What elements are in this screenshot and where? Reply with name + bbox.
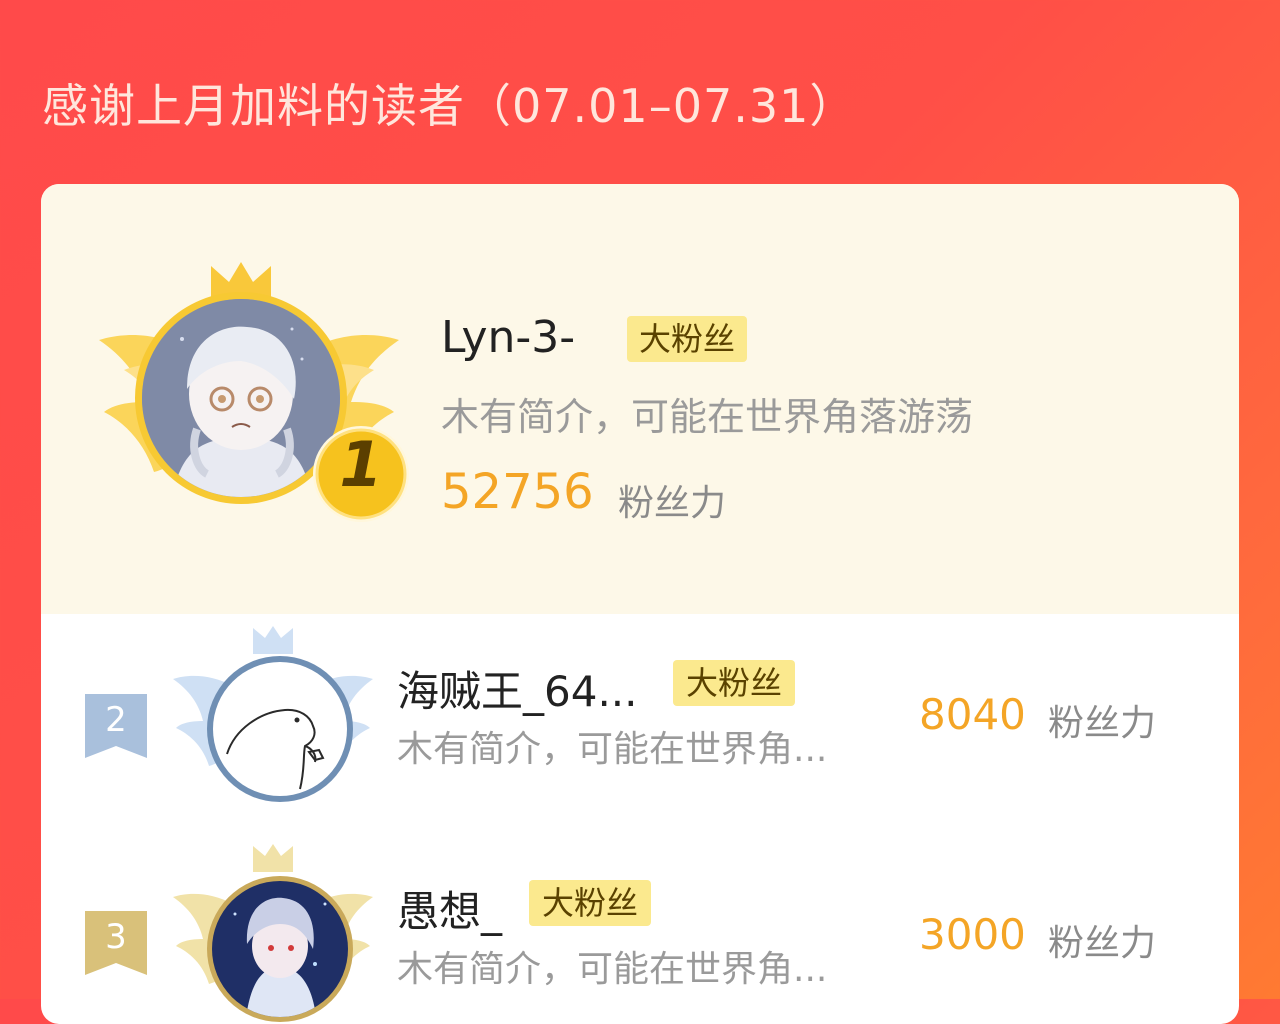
fan-score-label: 粉丝力 [1048,923,1157,964]
user-name[interactable]: 海贼王_64... [397,658,638,719]
rank-number: 2 [105,700,127,740]
fan-score: 52756 [441,464,594,520]
fan-level-badge: 大粉丝 [529,880,651,926]
fan-score: 3000 [919,910,1026,959]
user-bio: 木有简介，可能在世界角落游荡 [441,395,974,439]
rank-number: 1 [339,428,383,501]
avatar[interactable] [205,874,355,1024]
leaderboard-entry-1[interactable]: 1 Lyn-3- 大粉丝 木有简介，可能在世界角落游荡 52756 粉丝力 [41,184,1239,614]
fan-score-label: 粉丝力 [1048,703,1157,744]
fan-level-badge: 大粉丝 [627,316,747,362]
fan-score-label: 粉丝力 [618,483,727,524]
leaderboard-entry-3[interactable]: 3 愚想_ 大粉丝 木有简介，可能在世界角... 3000 粉丝力 [41,834,1239,1024]
user-name[interactable]: 愚想_ [397,878,502,939]
user-bio: 木有简介，可能在世界角... [397,949,828,990]
avatar[interactable] [205,654,355,804]
fan-level-badge: 大粉丝 [673,660,795,706]
user-bio: 木有简介，可能在世界角... [397,729,828,770]
leaderboard-entry-2[interactable]: 2 海贼王_64... 大粉丝 木有简介，可能在世界角... 8040 粉丝力 [41,614,1239,829]
rank-number: 3 [105,917,127,957]
user-name[interactable]: Lyn-3- [441,312,575,363]
leaderboard-card: 1 Lyn-3- 大粉丝 木有简介，可能在世界角落游荡 52756 粉丝力 2 … [41,184,1239,1024]
gold-medal-frame: 1 [99,262,409,532]
fan-score: 8040 [919,690,1026,739]
page-title: 感谢上月加料的读者（07.01–07.31） [42,79,857,133]
